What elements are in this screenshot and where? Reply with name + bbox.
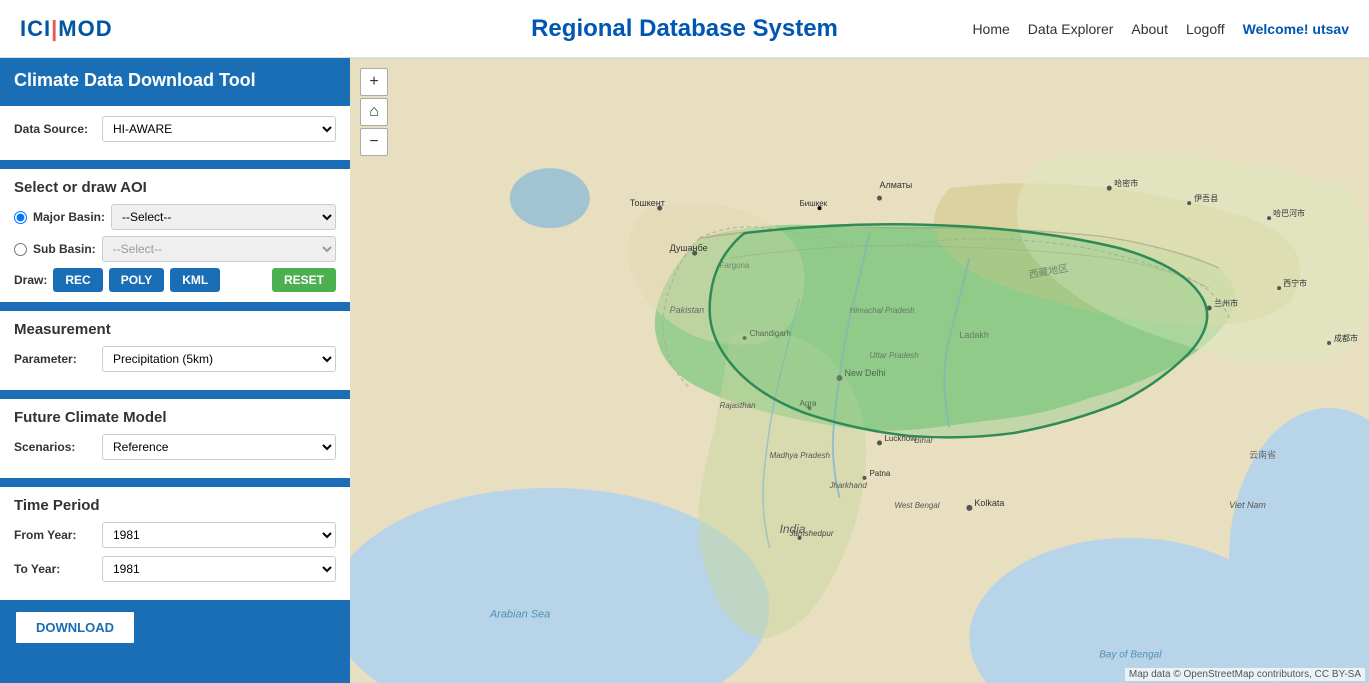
svg-text:India: India: [780, 522, 806, 536]
svg-text:Бишкек: Бишкек: [800, 199, 828, 208]
major-basin-select[interactable]: --Select--: [111, 204, 336, 230]
svg-text:Viet Nam: Viet Nam: [1229, 500, 1266, 510]
from-year-row: From Year: 1981: [14, 522, 336, 548]
data-source-select[interactable]: HI-AWARE: [102, 116, 336, 142]
svg-text:Rajasthan: Rajasthan: [720, 401, 757, 410]
time-period-section: Time Period From Year: 1981 To Year: 198…: [0, 484, 350, 600]
svg-text:Patna: Patna: [869, 469, 890, 478]
draw-rec-button[interactable]: REC: [53, 268, 102, 292]
aoi-section: Select or draw AOI Major Basin: --Select…: [0, 166, 350, 302]
map-area: + ⌂ −: [350, 58, 1369, 683]
sub-basin-row: Sub Basin: --Select--: [14, 236, 336, 262]
to-year-label: To Year:: [14, 562, 94, 576]
svg-text:Pakistan: Pakistan: [670, 305, 704, 315]
from-year-label: From Year:: [14, 528, 94, 542]
nav-about[interactable]: About: [1131, 21, 1168, 37]
scenarios-label: Scenarios:: [14, 440, 94, 454]
major-basin-radio[interactable]: [14, 211, 27, 224]
page-title: Regional Database System: [531, 15, 838, 43]
data-source-section: Data Source: HI-AWARE: [0, 103, 350, 160]
svg-text:伊吾县: 伊吾县: [1194, 193, 1218, 203]
reset-button[interactable]: RESET: [272, 268, 336, 292]
sub-basin-label: Sub Basin:: [33, 242, 96, 256]
svg-text:云南省: 云南省: [1249, 449, 1276, 460]
svg-text:成都市: 成都市: [1334, 333, 1358, 343]
sidebar-title: Climate Data Download Tool: [0, 58, 350, 103]
scenarios-select[interactable]: Reference: [102, 434, 336, 460]
svg-text:Тошкент: Тошкент: [630, 198, 665, 208]
map-svg: New Delhi Lucknow Agra Patna Kolkata Cha…: [350, 58, 1369, 683]
logo-text: ICI: [20, 16, 51, 41]
svg-text:Kolkata: Kolkata: [974, 498, 1004, 508]
sidebar: Climate Data Download Tool Data Source: …: [0, 58, 350, 683]
svg-text:Jharkhand: Jharkhand: [829, 481, 868, 490]
data-source-label: Data Source:: [14, 122, 94, 136]
data-source-row: Data Source: HI-AWARE: [14, 116, 336, 142]
svg-text:哈密市: 哈密市: [1114, 178, 1138, 188]
major-basin-row: Major Basin: --Select--: [14, 204, 336, 230]
to-year-row: To Year: 1981: [14, 556, 336, 582]
time-period-heading: Time Period: [14, 497, 336, 514]
to-year-select[interactable]: 1981: [102, 556, 336, 582]
draw-row: Draw: REC POLY KML RESET: [14, 268, 336, 292]
aoi-heading: Select or draw AOI: [14, 179, 336, 196]
download-button[interactable]: DOWNLOAD: [14, 610, 136, 645]
measurement-section: Measurement Parameter: Precipitation (5k…: [0, 308, 350, 390]
draw-label: Draw:: [14, 273, 47, 287]
map-attribution: Map data © OpenStreetMap contributors, C…: [1125, 668, 1365, 681]
svg-text:Arabian Sea: Arabian Sea: [489, 609, 550, 621]
svg-text:Madhya Pradesh: Madhya Pradesh: [770, 451, 831, 460]
nav-welcome[interactable]: Welcome! utsav: [1243, 21, 1349, 37]
parameter-row: Parameter: Precipitation (5km): [14, 346, 336, 372]
sub-basin-radio[interactable]: [14, 243, 27, 256]
scenarios-row: Scenarios: Reference: [14, 434, 336, 460]
main-content: Climate Data Download Tool Data Source: …: [0, 58, 1369, 683]
from-year-select[interactable]: 1981: [102, 522, 336, 548]
future-climate-heading: Future Climate Model: [14, 409, 336, 426]
measurement-heading: Measurement: [14, 321, 336, 338]
svg-text:西宁市: 西宁市: [1283, 278, 1307, 288]
svg-text:Алматы: Алматы: [879, 180, 912, 190]
parameter-select[interactable]: Precipitation (5km): [102, 346, 336, 372]
svg-text:Bay of Bengal: Bay of Bengal: [1099, 650, 1162, 661]
logo-text-mod: MOD: [58, 16, 112, 41]
svg-text:哈巴河市: 哈巴河市: [1273, 208, 1305, 218]
draw-poly-button[interactable]: POLY: [109, 268, 165, 292]
zoom-out-button[interactable]: −: [360, 128, 388, 156]
svg-text:West Bengal: West Bengal: [894, 501, 939, 510]
draw-kml-button[interactable]: KML: [170, 268, 220, 292]
logo: ICI|MOD: [20, 16, 113, 42]
parameter-label: Parameter:: [14, 352, 94, 366]
main-nav: Home Data Explorer About Logoff Welcome!…: [972, 21, 1349, 37]
zoom-in-button[interactable]: +: [360, 68, 388, 96]
future-climate-section: Future Climate Model Scenarios: Referenc…: [0, 396, 350, 478]
nav-home[interactable]: Home: [972, 21, 1009, 37]
nav-logoff[interactable]: Logoff: [1186, 21, 1225, 37]
map-controls: + ⌂ −: [360, 68, 388, 156]
home-button[interactable]: ⌂: [360, 98, 388, 126]
header: ICI|MOD Regional Database System Home Da…: [0, 0, 1369, 58]
nav-data-explorer[interactable]: Data Explorer: [1028, 21, 1114, 37]
major-basin-label: Major Basin:: [33, 210, 105, 224]
sub-basin-select[interactable]: --Select--: [102, 236, 336, 262]
